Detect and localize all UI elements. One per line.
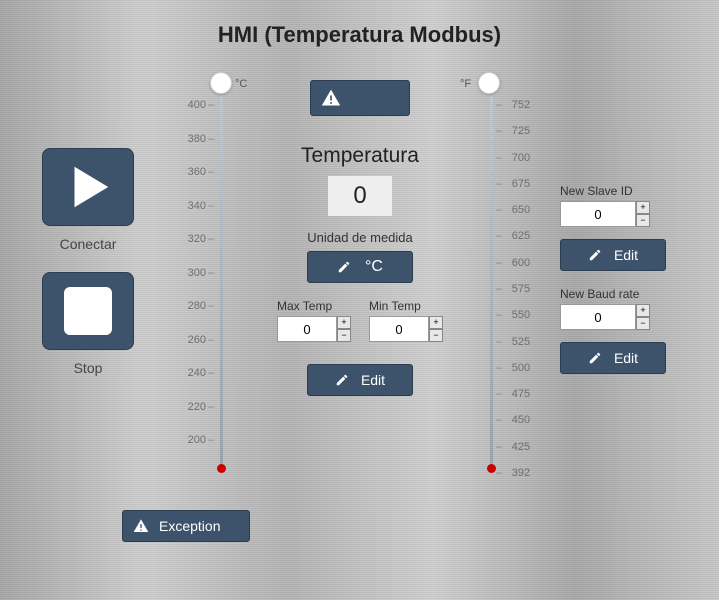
min-temp-input[interactable]	[369, 316, 429, 342]
thermo-c-unit: °C	[235, 78, 247, 90]
thermo-tube	[490, 96, 493, 468]
warning-icon	[321, 88, 341, 108]
edit-baud-button[interactable]: Edit	[560, 342, 666, 374]
baud-rate-input[interactable]	[560, 304, 636, 330]
pencil-icon	[335, 373, 349, 387]
unit-label: Unidad de medida	[260, 230, 460, 245]
slave-id-input[interactable]	[560, 201, 636, 227]
min-temp-up[interactable]: +	[429, 316, 443, 329]
connect-label: Conectar	[36, 236, 140, 252]
thermo-c-ticks: 400–380–360–340–320–300–280–260–240–220–…	[180, 100, 214, 469]
temperature-value: 0	[328, 176, 392, 216]
thermo-tip-icon	[487, 464, 496, 473]
max-temp-up[interactable]: +	[337, 316, 351, 329]
baud-rate-down[interactable]: −	[636, 317, 650, 330]
pencil-icon	[337, 260, 351, 274]
connect-button[interactable]	[42, 148, 134, 226]
right-panel: New Slave ID + − Edit New Baud rate + − …	[560, 168, 690, 374]
unit-button[interactable]: °C	[307, 251, 413, 283]
slave-id-label: New Slave ID	[560, 184, 690, 198]
edit-baud-text: Edit	[614, 350, 638, 366]
thermo-tip-icon	[217, 464, 226, 473]
edit-slave-button[interactable]: Edit	[560, 239, 666, 271]
thermo-bulb-icon	[210, 72, 232, 94]
slave-id-up[interactable]: +	[636, 201, 650, 214]
edit-temp-button[interactable]: Edit	[307, 364, 413, 396]
min-temp-label: Min Temp	[369, 299, 443, 313]
max-temp-input[interactable]	[277, 316, 337, 342]
left-controls: Conectar Stop	[36, 148, 140, 396]
thermo-tube	[220, 96, 223, 468]
baud-rate-label: New Baud rate	[560, 287, 690, 301]
center-panel: Temperatura 0 Unidad de medida °C Max Te…	[260, 80, 460, 396]
thermo-f-unit: °F	[460, 78, 471, 90]
min-temp-group: Min Temp + −	[369, 299, 443, 342]
stop-button[interactable]	[42, 272, 134, 350]
max-temp-label: Max Temp	[277, 299, 351, 313]
thermo-f-ticks: 752–725–700–675–650–625–600–575–550–525–…	[496, 100, 532, 494]
thermo-bulb-icon	[478, 72, 500, 94]
warning-icon	[133, 518, 149, 534]
unit-button-text: °C	[365, 258, 383, 276]
temperature-heading: Temperatura	[260, 144, 460, 168]
stop-icon	[64, 287, 112, 335]
edit-slave-text: Edit	[614, 247, 638, 263]
page-title: HMI (Temperatura Modbus)	[0, 0, 719, 48]
exception-button[interactable]: Exception	[122, 510, 250, 542]
warning-indicator	[310, 80, 410, 116]
play-icon	[61, 160, 115, 214]
exception-text: Exception	[159, 518, 220, 534]
pencil-icon	[588, 351, 602, 365]
max-temp-group: Max Temp + −	[277, 299, 351, 342]
stop-label: Stop	[36, 360, 140, 376]
pencil-icon	[588, 248, 602, 262]
min-temp-down[interactable]: −	[429, 329, 443, 342]
max-temp-down[interactable]: −	[337, 329, 351, 342]
edit-temp-text: Edit	[361, 372, 385, 388]
baud-rate-up[interactable]: +	[636, 304, 650, 317]
slave-id-down[interactable]: −	[636, 214, 650, 227]
